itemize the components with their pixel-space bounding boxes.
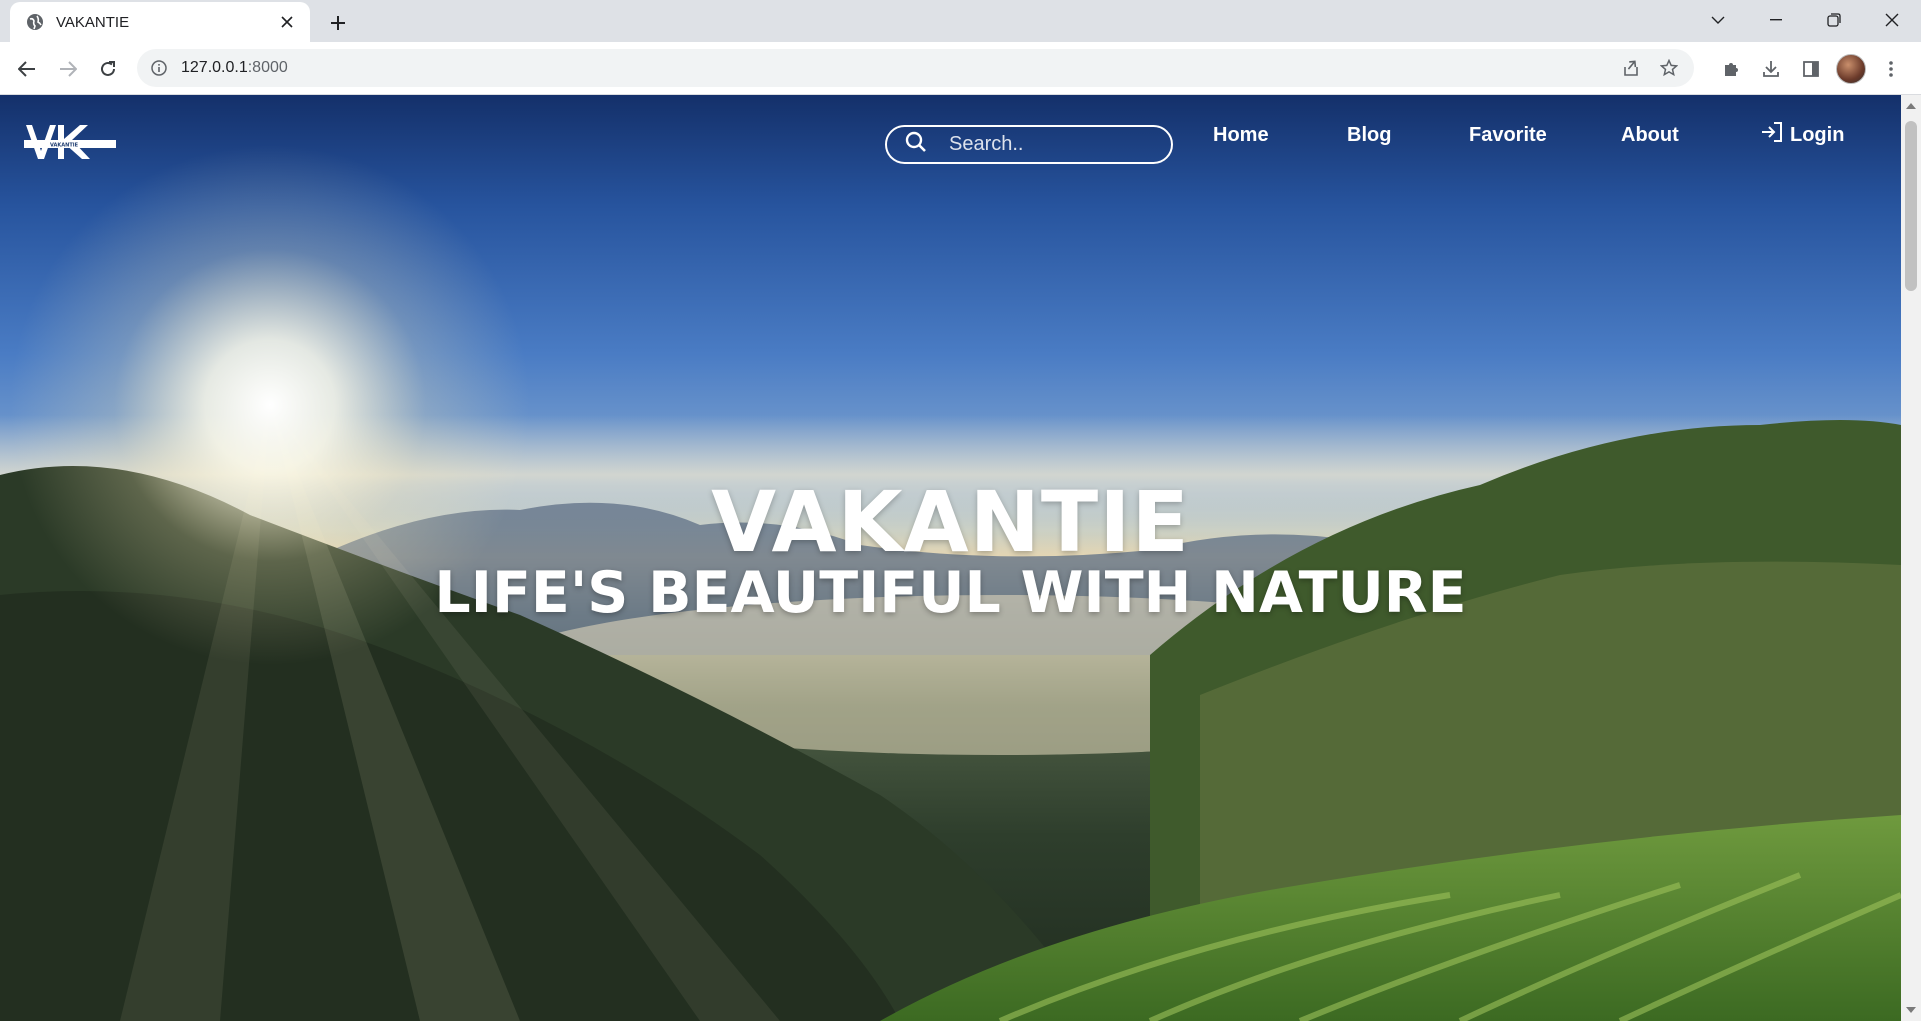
profile-avatar[interactable] [1836,54,1866,84]
address-bar[interactable]: 127.0.0.1:8000 [137,49,1694,87]
globe-icon [26,13,44,31]
nav-login-link[interactable]: Login [1760,121,1844,149]
search-icon [905,131,927,158]
forward-arrow-icon[interactable] [53,54,83,84]
puzzle-icon[interactable] [1716,54,1746,84]
url-host: 127.0.0.1 [181,59,248,76]
hero-section: VAKANTIE Home Blog Favorite About Login … [0,95,1901,1021]
url-port: :8000 [247,59,288,76]
window-controls [1689,0,1921,40]
close-window-icon[interactable] [1863,0,1921,40]
tab-title: VAKANTIE [56,13,130,31]
page-scrollbar[interactable] [1901,95,1921,1021]
browser-tab[interactable]: VAKANTIE [10,2,310,42]
browser-toolbar: 127.0.0.1:8000 [0,42,1921,95]
extensions-area [1716,54,1906,84]
url-text: 127.0.0.1:8000 [181,59,288,77]
nav-blog-link[interactable]: Blog [1347,124,1391,147]
site-search-box[interactable] [885,125,1173,164]
browser-tab-strip: VAKANTIE [0,0,1921,42]
restore-icon[interactable] [1805,0,1863,40]
more-menu-icon[interactable] [1876,54,1906,84]
info-icon[interactable] [149,58,169,78]
bookmark-star-icon[interactable] [1654,53,1684,83]
close-icon[interactable] [276,11,298,33]
page-viewport: VAKANTIE Home Blog Favorite About Login … [0,95,1901,1021]
search-input[interactable] [947,132,1151,157]
back-arrow-icon[interactable] [12,54,42,84]
hero-subtitle: LIFE'S BEAUTIFUL WITH NATURE [434,560,1467,626]
nav-home-link[interactable]: Home [1213,124,1269,147]
login-icon [1760,121,1784,149]
nav-favorite-link[interactable]: Favorite [1469,124,1547,147]
logo-subtext: VAKANTIE [50,143,79,149]
scrollbar-thumb[interactable] [1905,121,1917,291]
omnibox-actions [1616,53,1684,83]
login-label: Login [1790,123,1845,146]
minimize-icon[interactable] [1747,0,1805,40]
scroll-down-arrow-icon[interactable] [1906,1007,1916,1013]
avatar [1836,54,1866,84]
hero-title: VAKANTIE [711,473,1190,571]
download-icon[interactable] [1756,54,1786,84]
nav-about-link[interactable]: About [1621,124,1679,147]
site-logo[interactable]: VAKANTIE [24,123,116,163]
side-panel-icon[interactable] [1796,54,1826,84]
new-tab-plus-icon[interactable] [324,9,352,37]
share-icon[interactable] [1616,53,1646,83]
tab-search-chevron-icon[interactable] [1689,0,1747,40]
reload-icon[interactable] [93,54,123,84]
scroll-up-arrow-icon[interactable] [1906,103,1916,109]
